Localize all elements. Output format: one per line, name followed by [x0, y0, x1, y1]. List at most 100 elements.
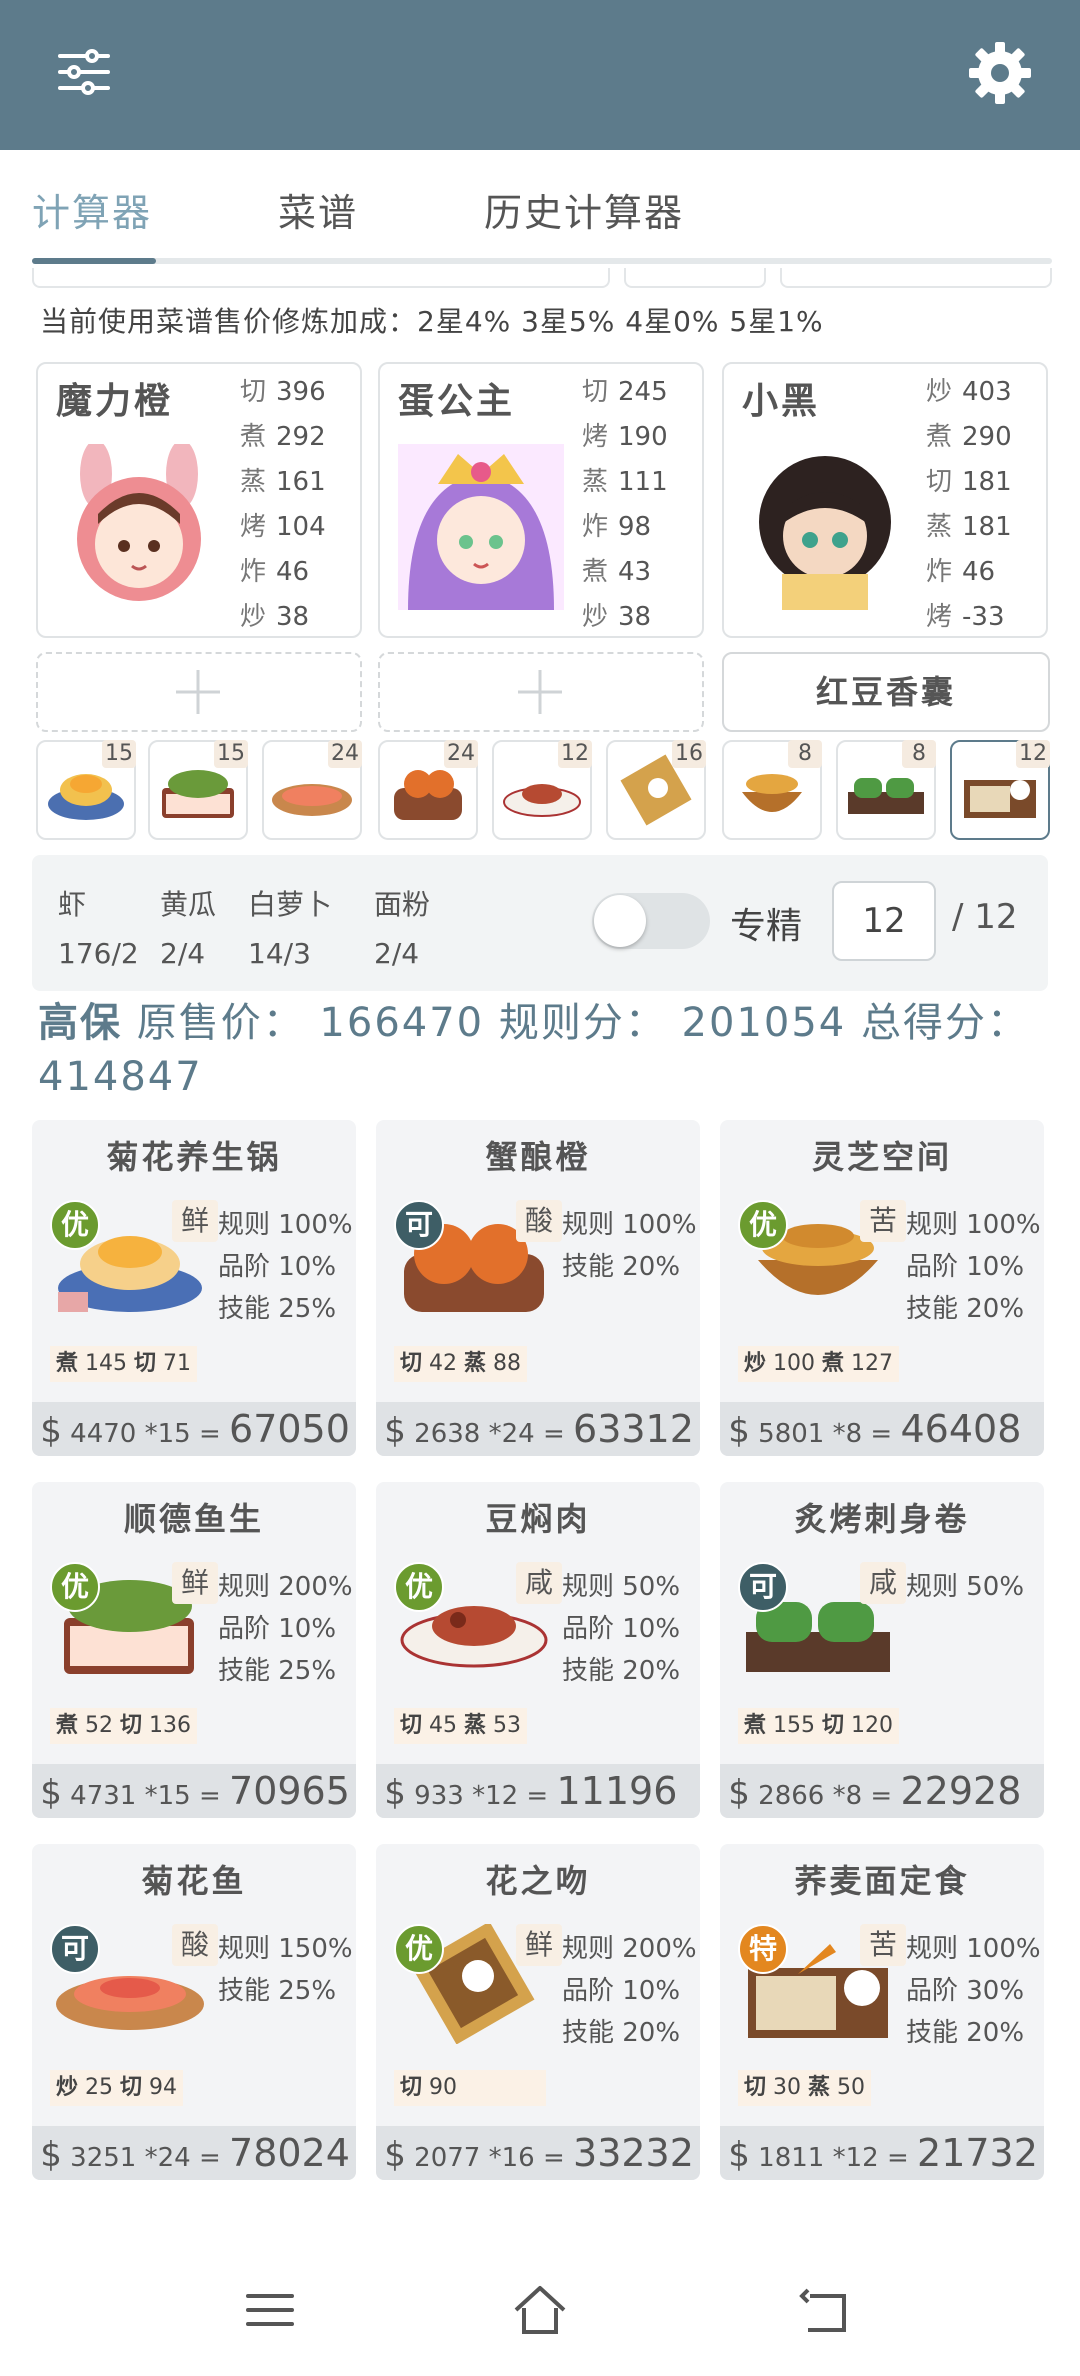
dish-total: 78024: [229, 2131, 350, 2175]
chef-card[interactable]: 魔力橙 切 396 煮 292 蒸 161 烤 104 炸 46 炒 38: [36, 362, 362, 638]
stat-row: 炸 98: [582, 505, 692, 550]
rule-line: 技能 20%: [562, 1656, 681, 1686]
grade-badge: 优: [394, 1924, 444, 1974]
dish-thumb[interactable]: 16: [606, 740, 706, 840]
stat-value: 38: [618, 602, 652, 632]
dish-thumb-selected[interactable]: 12: [950, 740, 1050, 840]
back-icon[interactable]: [794, 2280, 854, 2340]
price-row: $ 2638 *24 = 63312: [376, 1402, 700, 1456]
chef-card[interactable]: 小黑 炒 403 煮 290 切 181 蒸 181 炸 46 烤 -33: [722, 362, 1048, 638]
dish-thumb[interactable]: 8: [836, 740, 936, 840]
dish-card[interactable]: 顺德鱼生 优 鲜 规则 200% 品阶 10% 技能 25% 煮 52 切 13…: [32, 1482, 356, 1818]
stat-row: 蒸 111: [582, 460, 692, 505]
menu-icon[interactable]: [240, 2280, 300, 2340]
specialty-input[interactable]: 12: [832, 881, 936, 961]
req-value: 45: [429, 1713, 458, 1738]
req-skill: 切: [822, 1713, 845, 1738]
stat-value: 38: [276, 602, 310, 632]
dish-title: 蟹酿橙: [485, 1138, 591, 1176]
req-value: 52: [85, 1713, 114, 1738]
skill-requirement: 煮 155 切 120: [738, 1708, 900, 1744]
stat-value: 190: [618, 422, 668, 452]
total-score: 414847: [38, 1054, 203, 1100]
specialty-toggle[interactable]: [592, 893, 710, 949]
tab-recipes[interactable]: 菜谱: [278, 182, 358, 237]
flavor-tag: 咸: [860, 1562, 906, 1604]
stat-row: 炒 38: [582, 595, 692, 640]
rule-line: 品阶 10%: [562, 1976, 681, 2006]
dish-count: 12: [1016, 740, 1050, 768]
dish-total: 22928: [900, 1769, 1022, 1813]
stat-value: 181: [962, 467, 1012, 497]
chef-portrait: [56, 444, 222, 610]
chef-portrait: [742, 444, 908, 610]
sliders-icon[interactable]: [56, 44, 112, 100]
stat-value: 98: [618, 512, 652, 542]
req-skill: 煮: [744, 1713, 767, 1738]
specialty-label: 专精: [730, 906, 803, 947]
stat-row: 煮 290: [926, 415, 1036, 460]
rule-line: 规则 50%: [562, 1572, 681, 1602]
rule-line: 规则 100%: [906, 1210, 1041, 1240]
stat-value: 46: [276, 557, 310, 587]
specialty-total: / 12: [952, 897, 1018, 937]
ingredient: 黄瓜 2/4: [160, 883, 216, 970]
flavor-tag: 酸: [516, 1200, 562, 1242]
ingredient-name: 面粉: [374, 888, 431, 921]
dish-total: 46408: [900, 1407, 1022, 1451]
dish-card[interactable]: 荞麦面定食 特 苦 规则 100% 品阶 30% 技能 20% 切 30 蒸 5…: [720, 1844, 1044, 2180]
stat-row: 烤 190: [582, 415, 692, 460]
equip-button[interactable]: 红豆香囊: [722, 652, 1050, 732]
dish-card[interactable]: 豆焖肉 优 咸 规则 50% 品阶 10% 技能 20% 切 45 蒸 53 $…: [376, 1482, 700, 1818]
add-equip-slot[interactable]: [378, 652, 704, 732]
stat-row: 炸 46: [926, 550, 1036, 595]
dish-thumb[interactable]: 8: [722, 740, 822, 840]
tab-calculator[interactable]: 计算器: [32, 182, 152, 237]
dish-thumb[interactable]: 15: [36, 740, 136, 840]
add-equip-slot[interactable]: [36, 652, 362, 732]
gear-icon[interactable]: [965, 38, 1035, 108]
rule-line: 规则 200%: [562, 1934, 697, 1964]
collapsed-field[interactable]: [780, 268, 1052, 288]
stat-row: 切 396: [240, 370, 350, 415]
ingredient-name: 黄瓜: [160, 888, 217, 921]
price-row: $ 5801 *8 = 46408: [720, 1402, 1044, 1456]
dish-thumb[interactable]: 12: [492, 740, 592, 840]
stat-row: 切 245: [582, 370, 692, 415]
chef-name: 魔力橙: [56, 381, 174, 422]
req-skill: 煮: [56, 1351, 79, 1376]
stat-row: 煮 43: [582, 550, 692, 595]
dish-card[interactable]: 菊花养生锅 优 鲜 规则 100% 品阶 10% 技能 25% 煮 145 切 …: [32, 1120, 356, 1456]
stat-value: 161: [276, 467, 326, 497]
rule-line: 品阶 10%: [906, 1252, 1025, 1282]
score-summary: 高保 原售价： 166470 规则分： 201054 总得分： 414847: [38, 996, 1048, 1104]
ingredient-panel: 虾 176/2 黄瓜 2/4 白萝卜 14/3 面粉 2/4 专精 12 / 12: [32, 855, 1048, 991]
dish-thumb[interactable]: 24: [378, 740, 478, 840]
dish-card[interactable]: 炙烤刺身卷 可 咸 规则 50% 煮 155 切 120 $ 2866 *8 =…: [720, 1482, 1044, 1818]
chef-card[interactable]: 蛋公主 切 245 烤 190 蒸 111 炸 98 煮 43 炒 38: [378, 362, 704, 638]
collapsed-field[interactable]: [624, 268, 766, 288]
price-row: $ 4470 *15 = 67050: [32, 1402, 356, 1456]
req-skill: 切: [400, 2075, 423, 2100]
dish-card[interactable]: 灵芝空间 优 苦 规则 100% 品阶 10% 技能 20% 炒 100 煮 1…: [720, 1120, 1044, 1456]
ingredient-value: 2/4: [160, 937, 206, 970]
rules-list: 规则 200% 品阶 10% 技能 25%: [218, 1566, 353, 1692]
stat-value: 111: [618, 467, 668, 497]
dish-card[interactable]: 花之吻 优 鲜 规则 200% 品阶 10% 技能 20% 切 90 $ 207…: [376, 1844, 700, 2180]
tab-history[interactable]: 历史计算器: [484, 182, 684, 237]
home-icon[interactable]: [510, 2280, 570, 2340]
price: 4470: [70, 1419, 137, 1449]
skill-requirement: 煮 145 切 71: [50, 1346, 198, 1382]
stat-row: 烤 -33: [926, 595, 1036, 640]
tab-bar: 计算器 菜谱 历史计算器: [0, 150, 1080, 265]
stat-key: 炸: [240, 557, 267, 587]
rules-list: 规则 100% 技能 20%: [562, 1204, 697, 1288]
req-skill: 炒: [744, 1351, 767, 1376]
dish-card[interactable]: 蟹酿橙 可 酸 规则 100% 技能 20% 切 42 蒸 88 $ 2638 …: [376, 1120, 700, 1456]
collapsed-field[interactable]: [32, 268, 610, 288]
stat-value: 403: [962, 377, 1012, 407]
dish-thumb[interactable]: 24: [262, 740, 362, 840]
stat-value: 181: [962, 512, 1012, 542]
dish-thumb[interactable]: 15: [148, 740, 248, 840]
dish-card[interactable]: 菊花鱼 可 酸 规则 150% 技能 25% 炒 25 切 94 $ 3251 …: [32, 1844, 356, 2180]
